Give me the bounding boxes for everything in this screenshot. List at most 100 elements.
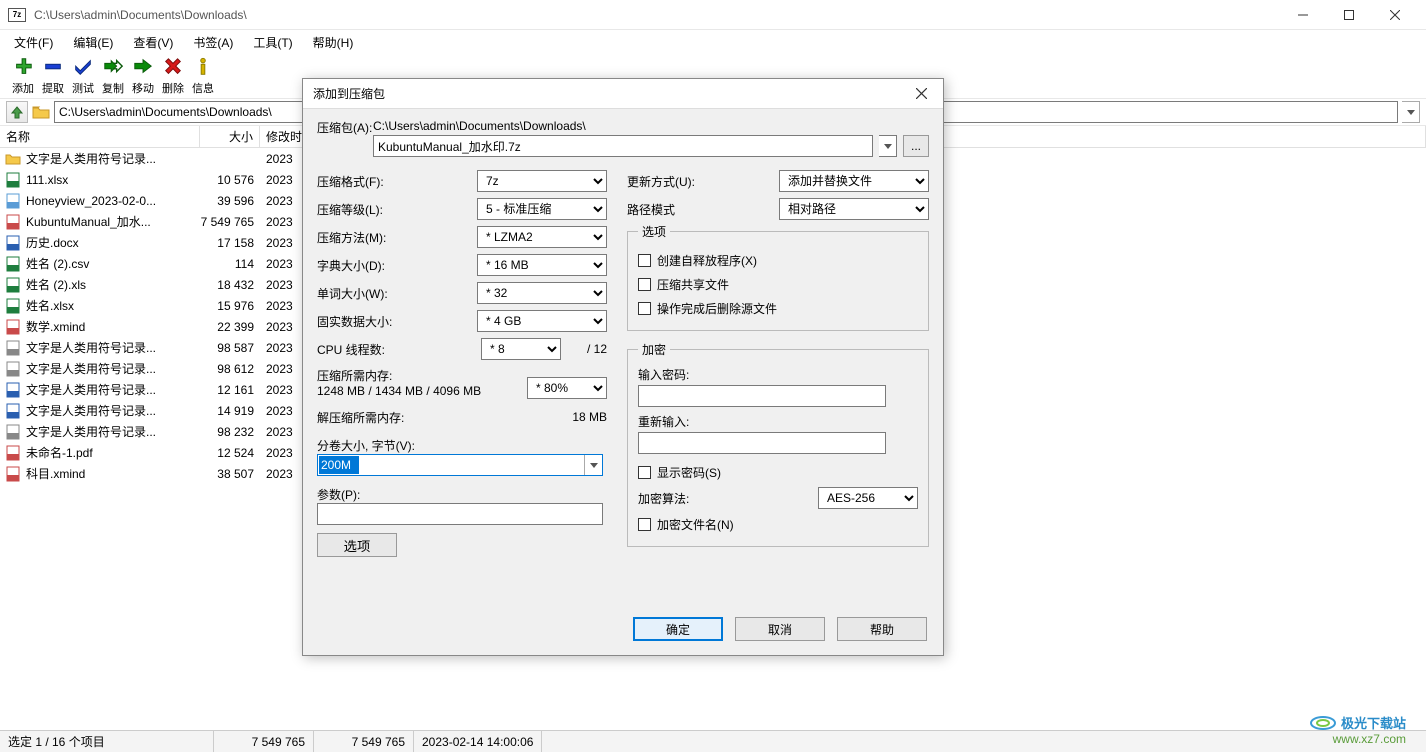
shared-checkbox[interactable] [638, 278, 651, 291]
file-icon [6, 445, 20, 461]
up-arrow-icon [10, 105, 24, 119]
plus-icon [12, 56, 34, 78]
solid-combo[interactable]: * 4 GB [477, 310, 607, 332]
chevron-down-icon [884, 144, 892, 149]
file-icon [6, 466, 20, 482]
close-icon [1390, 10, 1400, 20]
file-date: 2023 [260, 215, 293, 229]
help-button[interactable]: 帮助 [837, 617, 927, 641]
close-button[interactable] [1372, 0, 1418, 30]
archive-name-dropdown[interactable] [879, 135, 897, 157]
file-name: 文字是人类用符号记录... [22, 360, 198, 377]
folder-icon [5, 152, 21, 166]
file-date: 2023 [260, 299, 293, 313]
encrypt-names-checkbox[interactable] [638, 518, 651, 531]
minus-icon [42, 56, 64, 78]
show-password-checkbox[interactable] [638, 466, 651, 479]
minimize-button[interactable] [1280, 0, 1326, 30]
toolbar-check-button[interactable]: 测试 [68, 56, 98, 96]
volume-label: 分卷大小, 字节(V): [317, 437, 607, 454]
menu-help[interactable]: 帮助(H) [305, 32, 362, 53]
file-size: 10 576 [198, 173, 260, 187]
file-name: 数学.xmind [22, 318, 198, 335]
window-title: C:\Users\admin\Documents\Downloads\ [34, 8, 1280, 22]
menu-tools[interactable]: 工具(T) [245, 32, 300, 53]
file-name: KubuntuManual_加水... [22, 213, 198, 230]
sfx-checkbox[interactable] [638, 254, 651, 267]
archive-path-text: C:\Users\admin\Documents\Downloads\ [373, 119, 929, 133]
file-name: 文字是人类用符号记录... [22, 381, 198, 398]
toolbar-plus-button[interactable]: 添加 [8, 56, 38, 96]
file-icon [6, 298, 20, 314]
file-date: 2023 [260, 173, 293, 187]
update-combo[interactable]: 添加并替换文件 [779, 170, 929, 192]
file-name: 科目.xmind [22, 465, 198, 482]
col-size[interactable]: 大小 [200, 126, 260, 147]
toolbar-label: 信息 [192, 80, 214, 96]
method-label: 压缩方法(M): [317, 229, 477, 246]
options-button[interactable]: 选项 [317, 533, 397, 557]
file-date: 2023 [260, 194, 293, 208]
delete-after-checkbox[interactable] [638, 302, 651, 315]
archive-label: 压缩包(A): [317, 119, 373, 167]
col-name[interactable]: 名称 [0, 126, 200, 147]
toolbar-minus-button[interactable]: 提取 [38, 56, 68, 96]
archive-name-input[interactable] [373, 135, 873, 157]
file-name: 姓名 (2).csv [22, 255, 198, 272]
toolbar-label: 复制 [102, 80, 124, 96]
up-button[interactable] [6, 101, 28, 123]
sfx-label: 创建自释放程序(X) [657, 252, 757, 269]
menu-file[interactable]: 文件(F) [6, 32, 61, 53]
cpu-combo[interactable]: * 8 [481, 338, 561, 360]
file-date: 2023 [260, 236, 293, 250]
level-label: 压缩等级(L): [317, 201, 477, 218]
mem-pct-combo[interactable]: * 80% [527, 377, 607, 399]
rarrow-icon [132, 56, 154, 78]
password-confirm-input[interactable] [638, 432, 886, 454]
menu-bookmark[interactable]: 书签(A) [185, 32, 241, 53]
watermark: 极光下载站 www.xz7.com [1309, 713, 1406, 746]
file-date: 2023 [260, 320, 293, 334]
maximize-button[interactable] [1326, 0, 1372, 30]
file-date: 2023 [260, 383, 293, 397]
file-size: 14 919 [198, 404, 260, 418]
ok-button[interactable]: 确定 [633, 617, 723, 641]
file-name: 历史.docx [22, 234, 198, 251]
address-dropdown[interactable] [1402, 101, 1420, 123]
file-name: 文字是人类用符号记录... [22, 150, 198, 167]
watermark-url: www.xz7.com [1309, 732, 1406, 746]
path-mode-combo[interactable]: 相对路径 [779, 198, 929, 220]
param-input[interactable] [317, 503, 603, 525]
watermark-text: 极光下载站 [1341, 713, 1406, 732]
cancel-button[interactable]: 取消 [735, 617, 825, 641]
toolbar-x-button[interactable]: 删除 [158, 56, 188, 96]
minimize-icon [1298, 10, 1308, 20]
menu-view[interactable]: 查看(V) [125, 32, 181, 53]
toolbar-info-button[interactable]: 信息 [188, 56, 218, 96]
file-icon [6, 235, 20, 251]
toolbar-rarrow-button[interactable]: 移动 [128, 56, 158, 96]
browse-button[interactable]: ... [903, 135, 929, 157]
toolbar-rarrow2-button[interactable]: 复制 [98, 56, 128, 96]
file-size: 98 232 [198, 425, 260, 439]
volume-combo[interactable] [317, 454, 603, 476]
file-icon [6, 382, 20, 398]
path-mode-label: 路径模式 [627, 201, 779, 218]
format-combo[interactable]: 7z [477, 170, 607, 192]
delete-after-label: 操作完成后删除源文件 [657, 300, 777, 317]
volume-dropdown[interactable] [584, 455, 602, 475]
dialog-close-button[interactable] [909, 82, 933, 106]
password-input[interactable] [638, 385, 886, 407]
word-combo[interactable]: * 32 [477, 282, 607, 304]
level-combo[interactable]: 5 - 标准压缩 [477, 198, 607, 220]
file-name: 未命名-1.pdf [22, 444, 198, 461]
dict-combo[interactable]: * 16 MB [477, 254, 607, 276]
method-combo[interactable]: * LZMA2 [477, 226, 607, 248]
enc-alg-combo[interactable]: AES-256 [818, 487, 918, 509]
file-size: 17 158 [198, 236, 260, 250]
file-icon [6, 403, 20, 419]
volume-input[interactable] [319, 456, 359, 474]
menu-edit[interactable]: 编辑(E) [65, 32, 121, 53]
check-icon [72, 56, 94, 78]
file-icon [6, 277, 20, 293]
